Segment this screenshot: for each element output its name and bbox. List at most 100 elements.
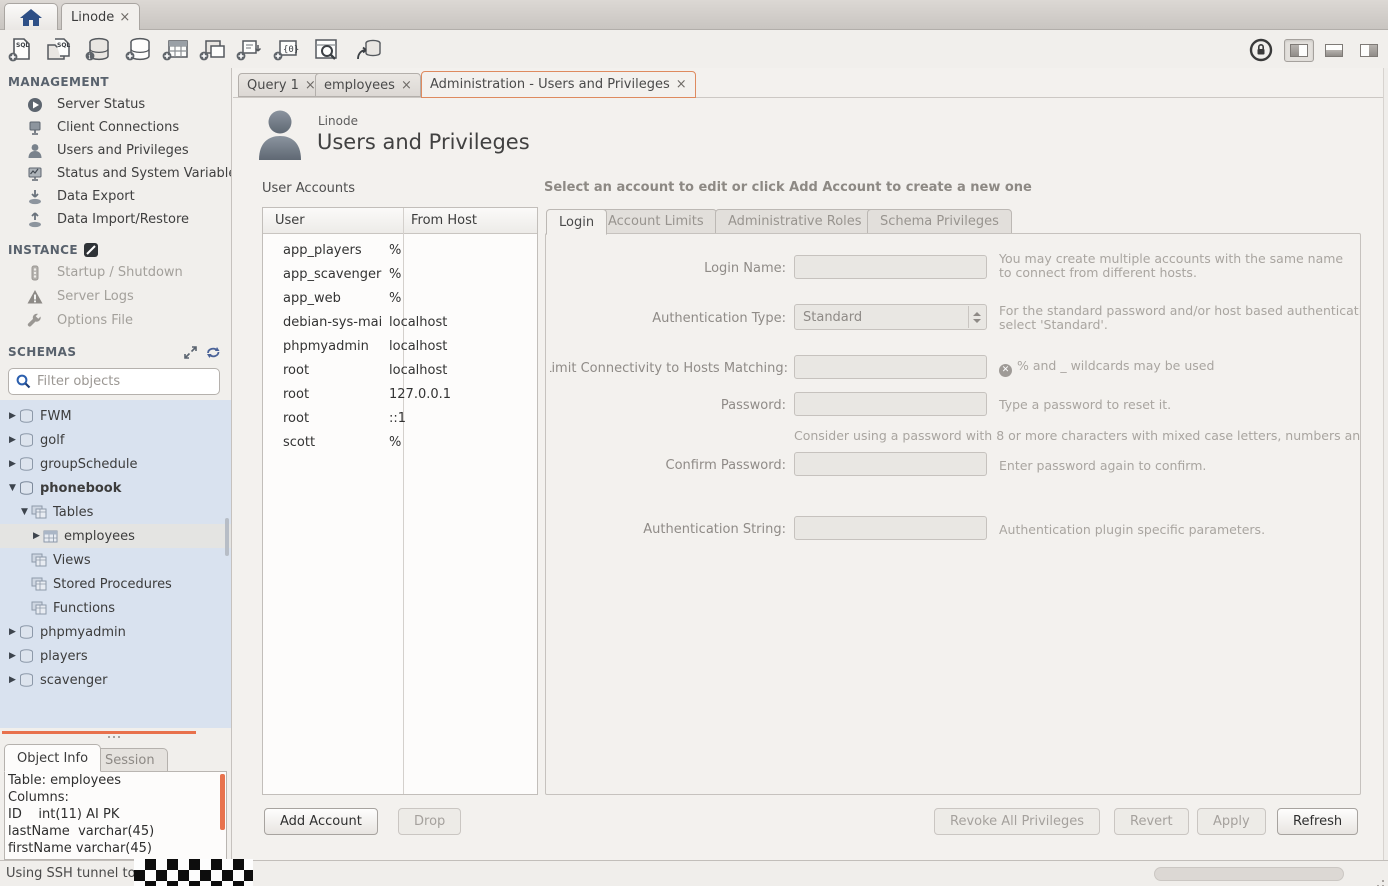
system-variables-icon [27, 166, 43, 182]
tree-item-stored-procedures-folder[interactable]: Stored Procedures [0, 572, 231, 596]
tree-item-tables-folder[interactable]: ▼ Tables [0, 500, 231, 524]
add-account-button[interactable]: Add Account [264, 808, 378, 835]
tab-query-1[interactable]: Query 1× [238, 73, 325, 97]
table-row[interactable]: scott% [263, 430, 537, 454]
close-icon[interactable]: × [119, 10, 130, 25]
create-view-icon [199, 37, 227, 63]
toggle-left-sidebar-button[interactable] [1284, 39, 1314, 62]
expand-schemas-icon[interactable] [184, 346, 197, 359]
table-row[interactable]: root::1 [263, 406, 537, 430]
sidebar-item-client-connections[interactable]: Client Connections [0, 116, 231, 139]
authentication-string-hint: Authentication plugin specific parameter… [999, 522, 1265, 537]
warning-icon [27, 289, 43, 305]
create-stored-procedure-button[interactable] [235, 36, 265, 63]
sidebar-item-data-import-restore[interactable]: Data Import/Restore [0, 208, 231, 231]
tab-administration-users-privileges[interactable]: Administration - Users and Privileges× [421, 71, 696, 98]
resize-grip-icon[interactable] [1382, 880, 1384, 882]
table-row[interactable]: app_web% [263, 286, 537, 310]
home-tab[interactable] [4, 3, 58, 31]
horizontal-scrollbar[interactable] [1154, 867, 1344, 881]
authentication-type-label: Authentication Type: [652, 311, 786, 326]
column-header-from-host[interactable]: From Host [403, 213, 477, 228]
chevron-right-icon[interactable]: ▶ [6, 627, 19, 637]
schema-icon [19, 649, 34, 663]
create-function-icon: {0} [273, 37, 301, 63]
table-row[interactable]: rootlocalhost [263, 358, 537, 382]
search-table-data-button[interactable] [312, 36, 342, 63]
table-row[interactable]: debian-sys-maintlocalhost [263, 310, 537, 334]
main-scrollbar-track[interactable] [1383, 68, 1388, 860]
limit-hosts-input [794, 355, 987, 379]
connection-tab[interactable]: Linode × [61, 3, 140, 31]
sidebar-item-server-logs: Server Logs [0, 285, 231, 308]
server-status-icon [27, 97, 43, 113]
schema-filter-input[interactable] [37, 374, 212, 389]
refresh-button[interactable]: Refresh [1277, 808, 1358, 835]
table-row[interactable]: app_players% [263, 238, 537, 262]
column-header-user[interactable]: User [263, 213, 403, 228]
table-row[interactable]: phpmyadminlocalhost [263, 334, 537, 358]
tab-object-info[interactable]: Object Info [4, 744, 101, 772]
sidebar-item-users-and-privileges[interactable]: Users and Privileges [0, 139, 231, 162]
tree-item-views-folder[interactable]: Views [0, 548, 231, 572]
chevron-right-icon[interactable]: ▶ [6, 411, 19, 421]
chevron-right-icon[interactable]: ▶ [6, 651, 19, 661]
tree-item-schema[interactable]: ▶ groupSchedule [0, 452, 231, 476]
chevron-right-icon[interactable]: ▶ [6, 435, 19, 445]
editor-prompt: Select an account to edit or click Add A… [544, 180, 1032, 195]
object-info-line: ID int(11) AI PK [5, 806, 226, 823]
chevron-down-icon[interactable]: ▼ [6, 483, 19, 493]
chevron-right-icon[interactable]: ▶ [6, 459, 19, 469]
create-table-button[interactable] [161, 36, 191, 63]
chevron-down-icon[interactable]: ▼ [18, 507, 31, 517]
revert-button: Revert [1114, 808, 1189, 835]
tree-item-schema[interactable]: ▶ players [0, 644, 231, 668]
functions-folder-icon [31, 601, 47, 615]
close-icon[interactable]: × [401, 78, 412, 93]
new-query-tab-button[interactable]: SQL [6, 36, 36, 63]
create-function-button[interactable]: {0} [272, 36, 302, 63]
authentication-type-select: Standard [794, 304, 987, 330]
toggle-output-area-button[interactable] [1319, 39, 1349, 62]
close-icon[interactable]: × [676, 77, 687, 92]
sidebar-item-status-system-variables[interactable]: Status and System Variables [0, 162, 231, 185]
table-row[interactable]: root127.0.0.1 [263, 382, 537, 406]
toggle-right-sidebar-button[interactable] [1354, 39, 1384, 62]
login-name-label: Login Name: [704, 261, 786, 276]
mysql-workbench-window: Linode × SQL SQL i [0, 0, 1388, 886]
table-icon [43, 530, 58, 543]
panel-splitter[interactable] [2, 731, 196, 734]
tree-item-table-employees[interactable]: ▶ employees [0, 524, 231, 548]
tree-item-functions-folder[interactable]: Functions [0, 596, 231, 620]
reconnect-database-icon [355, 37, 383, 63]
open-sql-script-button[interactable]: SQL [44, 36, 74, 63]
tree-item-schema[interactable]: ▶ FWM [0, 404, 231, 428]
confirm-password-hint: Enter password again to confirm. [999, 458, 1206, 473]
tree-scrollbar[interactable] [225, 518, 229, 556]
tab-employees[interactable]: employees× [315, 73, 421, 97]
tree-item-schema[interactable]: ▶ phpmyadmin [0, 620, 231, 644]
search-table-data-icon [313, 37, 341, 63]
tree-item-schema[interactable]: ▶ scavenger [0, 668, 231, 692]
reconnect-database-button[interactable] [354, 36, 384, 63]
password-hint: Type a password to reset it. [999, 397, 1171, 412]
object-info-scrollbar[interactable] [220, 774, 225, 830]
tab-session[interactable]: Session [92, 748, 168, 772]
tree-item-schema-expanded[interactable]: ▼ phonebook [0, 476, 231, 500]
chevron-right-icon[interactable]: ▶ [30, 531, 43, 541]
connection-security-button[interactable] [1246, 36, 1276, 63]
object-info-line: Columns: [5, 789, 226, 806]
chevron-right-icon[interactable]: ▶ [6, 675, 19, 685]
sidebar-item-server-status[interactable]: Server Status [0, 93, 231, 116]
main-toolbar: SQL SQL i [0, 30, 1388, 68]
refresh-schemas-icon[interactable] [206, 346, 221, 359]
table-row[interactable]: app_scavenger% [263, 262, 537, 286]
create-view-button[interactable] [198, 36, 228, 63]
create-schema-button[interactable] [124, 36, 154, 63]
sidebar-item-data-export[interactable]: Data Export [0, 185, 231, 208]
tree-item-schema[interactable]: ▶ golf [0, 428, 231, 452]
tab-login[interactable]: Login [546, 209, 607, 235]
authentication-string-input [794, 516, 987, 540]
inspect-database-button[interactable]: i [83, 36, 113, 63]
data-export-icon [27, 189, 43, 205]
